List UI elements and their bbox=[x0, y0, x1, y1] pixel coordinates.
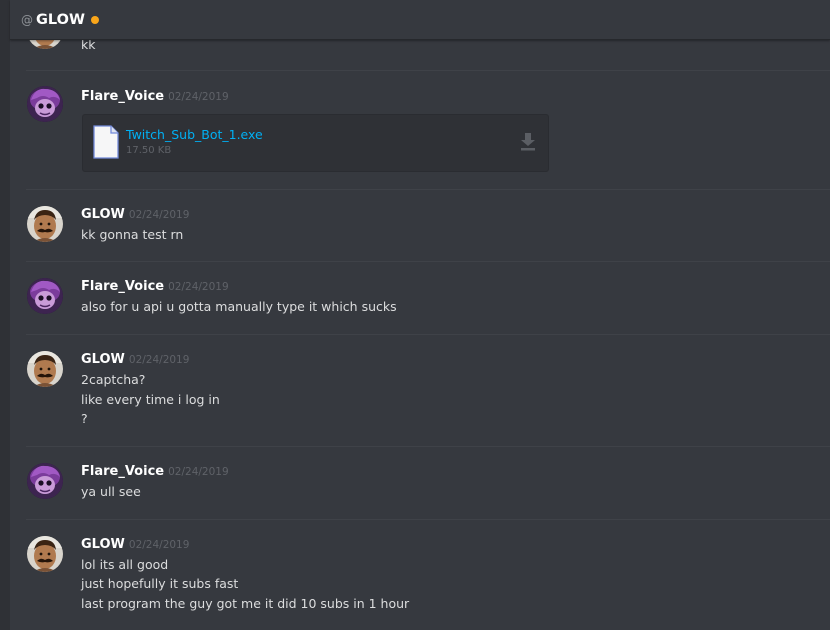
avatar[interactable] bbox=[27, 536, 63, 572]
attachment-filename-link[interactable]: Twitch_Sub_Bot_1.exe bbox=[126, 127, 263, 142]
message-divider bbox=[26, 261, 830, 262]
message-text: ? bbox=[81, 411, 88, 426]
message-text: kk gonna test rn bbox=[81, 227, 184, 242]
message-author[interactable]: GLOW 02/24/2019 bbox=[81, 537, 189, 552]
author-name[interactable]: GLOW bbox=[81, 352, 125, 367]
status-idle-icon bbox=[90, 15, 99, 24]
at-icon: @ bbox=[21, 13, 33, 27]
message-author[interactable]: GLOW 02/24/2019 bbox=[81, 352, 189, 367]
message-text: also for u api u gotta manually type it … bbox=[81, 299, 397, 314]
dm-recipient-name[interactable]: GLOW bbox=[36, 12, 85, 28]
dm-header: @ GLOW bbox=[10, 0, 830, 40]
file-attachment: Twitch_Sub_Bot_1.exe 17.50 KB bbox=[82, 114, 549, 172]
avatar[interactable] bbox=[27, 86, 63, 122]
message-divider bbox=[26, 334, 830, 335]
message-timestamp: 02/24/2019 bbox=[128, 354, 190, 366]
message-timestamp: 02/24/2019 bbox=[128, 209, 190, 221]
message-divider bbox=[26, 446, 830, 447]
message-text: last program the guy got me it did 10 su… bbox=[81, 596, 410, 611]
author-name[interactable]: Flare_Voice bbox=[81, 89, 164, 104]
message-timestamp: 02/24/2019 bbox=[168, 281, 229, 293]
message-timestamp: 02/24/2019 bbox=[168, 466, 229, 478]
file-icon bbox=[93, 125, 119, 159]
avatar[interactable] bbox=[27, 206, 63, 242]
message-text: ya ull see bbox=[81, 484, 141, 499]
message-list[interactable]: kk Flare_Voice 02/24/2019 Twitch_Sub_Bot_… bbox=[10, 0, 830, 630]
download-icon[interactable] bbox=[520, 133, 536, 151]
message-divider bbox=[26, 189, 830, 190]
left-panel-edge bbox=[0, 0, 10, 630]
message-timestamp: 02/24/2019 bbox=[128, 539, 190, 551]
attachment-filesize: 17.50 KB bbox=[126, 145, 172, 156]
author-name[interactable]: GLOW bbox=[81, 207, 125, 222]
message-author[interactable]: Flare_Voice 02/24/2019 bbox=[81, 279, 229, 294]
avatar[interactable] bbox=[27, 278, 63, 314]
message-text: like every time i log in bbox=[81, 392, 220, 407]
message-author[interactable]: Flare_Voice 02/24/2019 bbox=[81, 464, 229, 479]
message-text: just hopefully it subs fast bbox=[81, 576, 239, 591]
avatar[interactable] bbox=[27, 463, 63, 499]
author-name[interactable]: Flare_Voice bbox=[81, 279, 164, 294]
message-text: 2captcha? bbox=[81, 372, 146, 387]
author-name[interactable]: Flare_Voice bbox=[81, 464, 164, 479]
message-author[interactable]: GLOW 02/24/2019 bbox=[81, 207, 189, 222]
author-name[interactable]: GLOW bbox=[81, 537, 125, 552]
message-divider bbox=[26, 70, 830, 71]
message-text: lol its all good bbox=[81, 557, 169, 572]
message-author[interactable]: Flare_Voice 02/24/2019 bbox=[81, 89, 229, 104]
message-divider bbox=[26, 519, 830, 520]
avatar[interactable] bbox=[27, 351, 63, 387]
message-timestamp: 02/24/2019 bbox=[168, 91, 229, 103]
